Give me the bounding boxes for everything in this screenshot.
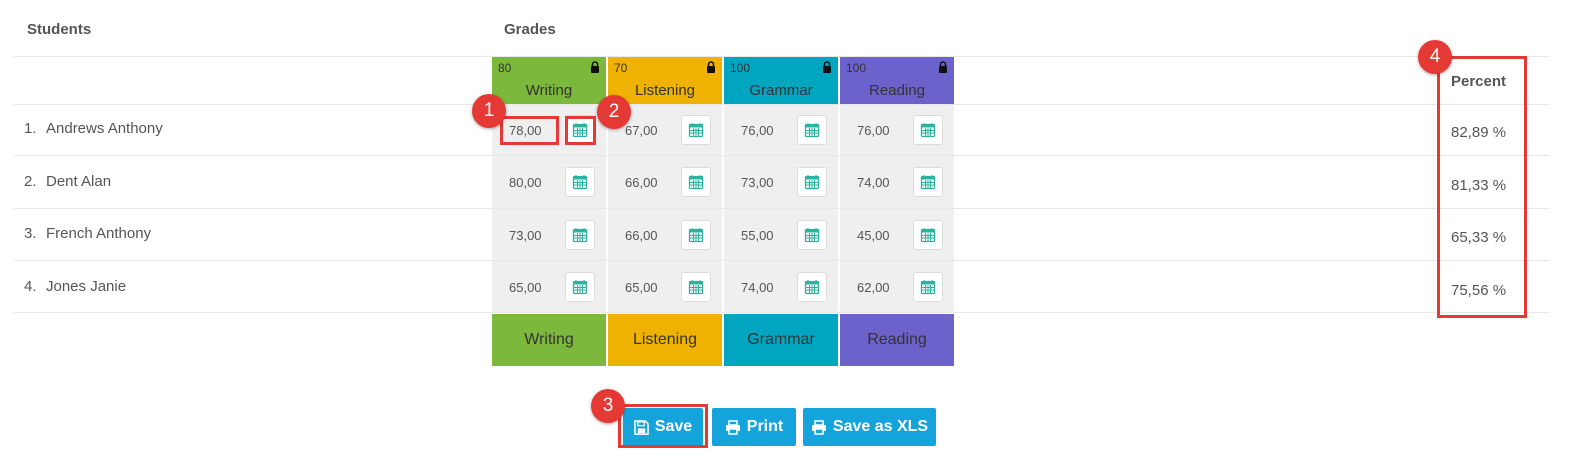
calendar-icon [920, 123, 936, 138]
calendar-icon [688, 175, 704, 190]
save-as-xls-label: Save as XLS [832, 418, 929, 435]
student-number: 2. [24, 173, 37, 190]
grade-input[interactable]: 55,00 [735, 222, 787, 249]
grade-input[interactable]: 80,00 [503, 169, 555, 196]
student-name: Andrews Anthony [46, 120, 163, 137]
column-name: Reading [869, 82, 925, 99]
calendar-button[interactable] [797, 167, 827, 197]
student-row-name: 4. Jones Janie [24, 278, 126, 295]
row-divider [14, 260, 1550, 261]
calendar-button[interactable] [797, 272, 827, 302]
highlight-grade-input [500, 116, 559, 145]
column-header-listening[interactable]: 70 Listening [608, 57, 722, 104]
annotation-badge: 4 [1418, 40, 1452, 74]
calendar-icon [572, 280, 588, 295]
grade-input[interactable]: 65,00 [503, 274, 555, 301]
column-footer-grammar[interactable]: Grammar [724, 314, 838, 366]
calendar-icon [804, 228, 820, 243]
calendar-icon [920, 280, 936, 295]
calendar-icon [804, 123, 820, 138]
column-name: Listening [634, 82, 696, 99]
calendar-button[interactable] [565, 272, 595, 302]
annotation-badge: 1 [472, 94, 506, 128]
grade-input[interactable]: 76,00 [735, 117, 787, 144]
print-button[interactable]: Print [712, 408, 796, 446]
grade-input[interactable]: 74,00 [735, 274, 787, 301]
calendar-button[interactable] [797, 115, 827, 145]
printer-icon [811, 419, 826, 435]
grade-input[interactable]: 76,00 [851, 117, 903, 144]
student-number: 4. [24, 278, 37, 295]
calendar-button[interactable] [681, 167, 711, 197]
calendar-icon [688, 280, 704, 295]
column-header-grammar[interactable]: 100 Grammar [724, 57, 838, 104]
student-row-name: 3. French Anthony [24, 225, 151, 242]
grade-input[interactable]: 66,00 [619, 169, 671, 196]
print-label: Print [746, 418, 784, 435]
column-name: Writing [525, 82, 573, 99]
students-header: Students [27, 21, 92, 38]
annotation-badge: 2 [597, 95, 631, 129]
calendar-icon [572, 228, 588, 243]
grade-input[interactable]: 66,00 [619, 222, 671, 249]
highlight-percent-column [1437, 56, 1527, 318]
column-footer-writing[interactable]: Writing [492, 314, 606, 366]
student-row-name: 2. Dent Alan [24, 173, 111, 190]
highlight-calendar-button [565, 116, 596, 145]
calendar-button[interactable] [913, 220, 943, 250]
lock-icon[interactable] [938, 61, 948, 73]
calendar-button[interactable] [681, 272, 711, 302]
calendar-icon [804, 280, 820, 295]
student-number: 1. [24, 120, 37, 137]
row-divider [14, 208, 1550, 209]
grade-input[interactable]: 65,00 [619, 274, 671, 301]
column-header-writing[interactable]: 80 Writing [492, 57, 606, 104]
student-name: Dent Alan [46, 173, 112, 190]
student-name: Jones Janie [46, 278, 127, 295]
calendar-button[interactable] [797, 220, 827, 250]
student-row-name: 1. Andrews Anthony [24, 120, 163, 137]
lock-icon[interactable] [706, 61, 716, 73]
calendar-button[interactable] [913, 167, 943, 197]
calendar-icon [572, 175, 588, 190]
column-name: Grammar [749, 82, 813, 99]
calendar-button[interactable] [913, 115, 943, 145]
calendar-icon [804, 175, 820, 190]
row-divider [14, 312, 1550, 313]
calendar-icon [920, 228, 936, 243]
save-as-xls-button[interactable]: Save as XLS [803, 408, 936, 446]
lock-icon[interactable] [822, 61, 832, 73]
calendar-button[interactable] [913, 272, 943, 302]
max-score: 100 [846, 61, 867, 75]
grade-input[interactable]: 74,00 [851, 169, 903, 196]
calendar-button[interactable] [565, 167, 595, 197]
column-footer-reading[interactable]: Reading [840, 314, 954, 366]
grade-input[interactable]: 62,00 [851, 274, 903, 301]
row-divider [14, 155, 1550, 156]
calendar-icon [688, 228, 704, 243]
grade-input[interactable]: 73,00 [503, 222, 555, 249]
calendar-icon [688, 123, 704, 138]
column-header-reading[interactable]: 100 Reading [840, 57, 954, 104]
max-score: 80 [498, 61, 512, 75]
calendar-button[interactable] [681, 115, 711, 145]
student-name: French Anthony [46, 225, 152, 242]
printer-icon [725, 419, 740, 435]
column-footer-listening[interactable]: Listening [608, 314, 722, 366]
grade-input[interactable]: 73,00 [735, 169, 787, 196]
max-score: 70 [614, 61, 628, 75]
row-divider [14, 104, 1550, 105]
lock-icon[interactable] [590, 61, 600, 73]
annotation-badge: 3 [591, 389, 625, 423]
calendar-button[interactable] [565, 220, 595, 250]
grades-header: Grades [504, 21, 556, 38]
calendar-icon [920, 175, 936, 190]
highlight-save-button [618, 404, 708, 448]
student-number: 3. [24, 225, 37, 242]
grade-input[interactable]: 45,00 [851, 222, 903, 249]
max-score: 100 [730, 61, 751, 75]
calendar-button[interactable] [681, 220, 711, 250]
